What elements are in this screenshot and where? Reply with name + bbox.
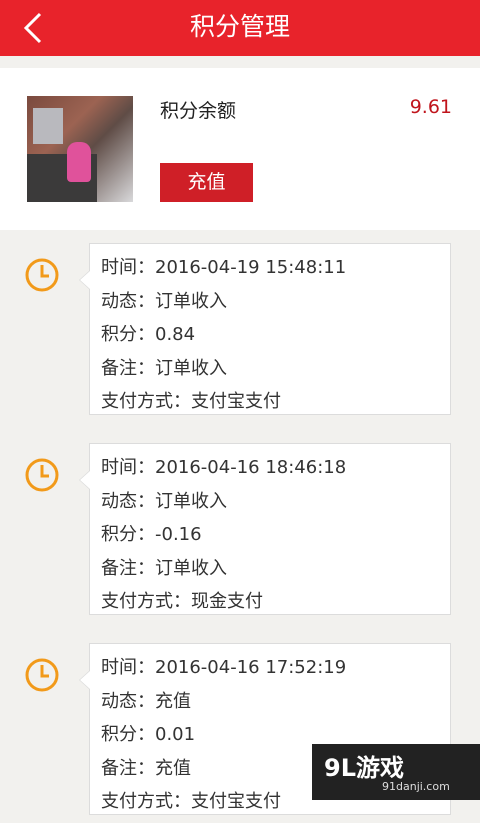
clock-icon [25,458,59,492]
record-pay: 支付宝支付 [191,391,281,412]
record-status: 充值 [155,691,191,712]
page-title: 积分管理 [189,12,290,41]
clock-icon [25,658,59,692]
record-card: 时间：2016-04-16 18:46:18 动态：订单收入 积分：-0.16 … [79,443,451,615]
watermark-logo: 9L游戏 91danji.com [312,744,480,800]
watermark-title: 9L游戏 [324,754,404,782]
record-time: 2016-04-16 17:52:19 [155,657,347,678]
balance-label: 积分余额 [160,100,237,122]
record-time: 2016-04-19 15:48:11 [155,257,347,278]
clock-icon [25,258,59,292]
balance-value: 9.61 [409,96,452,118]
list-item: 时间：2016-04-16 18:46:18 动态：订单收入 积分：-0.16 … [0,443,480,623]
record-points: -0.16 [155,524,202,545]
app-bar: 积分管理 [0,0,480,56]
record-note: 订单收入 [155,358,227,379]
record-note: 充值 [155,758,191,779]
record-status: 订单收入 [155,491,227,512]
record-time: 2016-04-16 18:46:18 [155,457,347,478]
record-note: 订单收入 [155,558,227,579]
record-pay: 支付宝支付 [191,791,281,812]
recharge-button[interactable]: 充值 [160,163,253,202]
watermark-url: 91danji.com [382,780,450,793]
record-pay: 现金支付 [191,591,263,612]
record-status: 订单收入 [155,291,227,312]
avatar [27,96,133,202]
list-item: 时间：2016-04-19 15:48:11 动态：订单收入 积分：0.84 备… [0,243,480,423]
record-points: 0.84 [155,324,196,345]
balance-card: 积分余额 9.61 充值 [0,68,480,230]
record-card: 时间：2016-04-19 15:48:11 动态：订单收入 积分：0.84 备… [79,243,451,415]
record-points: 0.01 [155,724,196,745]
